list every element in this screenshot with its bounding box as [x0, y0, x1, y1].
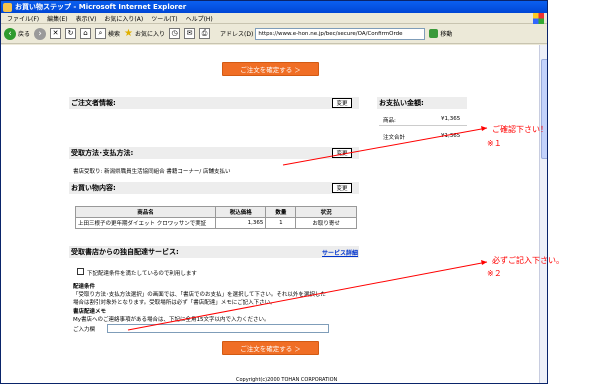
annotation-required-note: ※２: [487, 269, 502, 278]
annotation-arrow-confirm: [282, 127, 488, 166]
annotation-arrowhead-required: [481, 260, 487, 265]
annotation-confirm: ご確認下さい！: [492, 125, 548, 134]
annotation-confirm-note: ※１: [487, 139, 502, 148]
annotation-required: 必ずご記入下さい。: [492, 256, 564, 265]
annotation-arrows: [127, 126, 488, 331]
annotation-arrow-required: [127, 261, 488, 331]
annotation-arrowhead-confirm: [481, 126, 487, 131]
